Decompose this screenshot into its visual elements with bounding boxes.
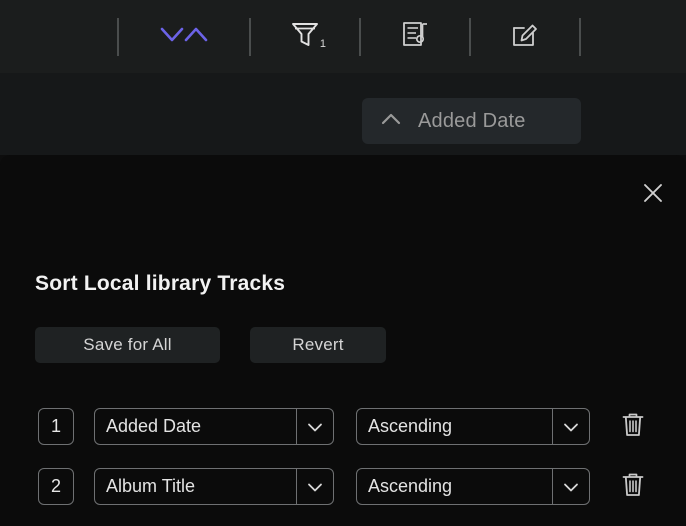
filter-count-badge: 1 [319,37,326,50]
trash-icon [621,471,645,503]
top-toolbar: 1 [0,0,686,73]
close-x-icon [642,182,664,209]
chevron-down-icon[interactable] [552,469,589,504]
sort-field-select-2[interactable]: Album Title [94,468,334,505]
toolbar-gap-1 [119,36,146,37]
toolbar-gap-6 [438,36,469,37]
active-sort-pill-added-date[interactable]: Added Date [362,98,581,144]
table-row: 2 Album Title Ascending [38,468,650,505]
edit-button[interactable] [502,13,548,61]
delete-sort-row-button-1[interactable] [616,408,650,445]
toolbar-gap-5 [361,36,392,37]
chevron-down-icon[interactable] [552,409,589,444]
filter-funnel-icon [290,18,320,55]
close-dialog-button[interactable] [634,176,672,214]
sort-field-select-1[interactable]: Added Date [94,408,334,445]
playlist-note-icon [400,18,430,55]
toolbar-left-spacer [0,36,117,37]
save-for-all-button[interactable]: Save for All [35,327,220,363]
revert-button[interactable]: Revert [250,327,386,363]
active-sort-pill-label: Added Date [418,109,526,132]
queue-button[interactable] [392,13,438,61]
sort-rank-badge: 2 [38,468,74,505]
sort-rank-badge: 1 [38,408,74,445]
edit-pencil-square-icon [510,18,540,55]
toolbar-gap-8 [548,36,579,37]
toolbar-gap-4 [328,36,359,37]
toolbar-gap-3 [251,36,282,37]
toolbar-gap-7 [471,36,502,37]
page-title: Sort Local library Tracks [35,272,286,295]
sort-field-value-1: Added Date [106,416,202,436]
sort-chevrons-icon [156,20,212,53]
delete-sort-row-button-2[interactable] [616,468,650,505]
toolbar-gap-2 [222,36,249,37]
chevron-down-icon[interactable] [296,409,333,444]
sort-summary-bar: Added Date [0,73,686,155]
toolbar-divider-5 [579,17,581,56]
sort-direction-select-2[interactable]: Ascending [356,468,590,505]
chevron-down-icon[interactable] [296,469,333,504]
sort-toggle-button[interactable] [146,13,222,61]
sort-tracks-screen: 1 Added Date Sort Local library Tracks S… [0,0,686,526]
sort-field-value-2: Album Title [106,476,196,496]
chevron-up-icon [380,111,402,132]
sort-direction-value-2: Ascending [368,476,453,496]
table-row: 1 Added Date Ascending [38,408,650,445]
sort-direction-select-1[interactable]: Ascending [356,408,590,445]
sort-direction-value-1: Ascending [368,416,453,436]
filter-button[interactable]: 1 [282,13,328,61]
trash-icon [621,411,645,443]
